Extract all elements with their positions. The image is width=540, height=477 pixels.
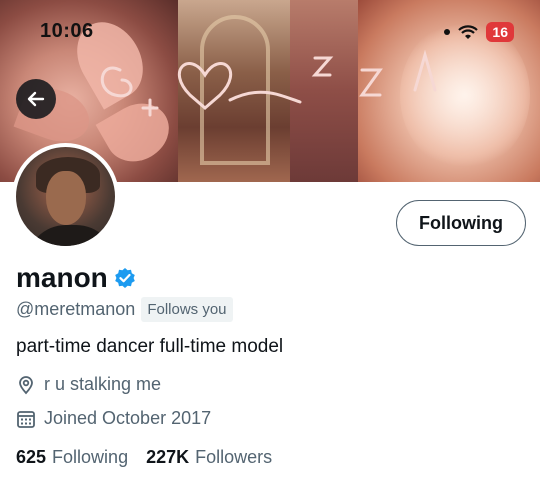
handle-row: @meretmanon Follows you <box>16 297 233 322</box>
location-text: r u stalking me <box>44 374 162 394</box>
avatar-face <box>46 171 86 225</box>
back-arrow-icon <box>27 91 45 107</box>
followers-count: 227K <box>146 447 190 467</box>
display-name-row: manon <box>16 262 136 294</box>
status-bar-right: 16 <box>444 22 514 42</box>
following-count-link[interactable]: 625 Following <box>16 447 128 468</box>
banner-doodle-decoration <box>100 50 437 117</box>
battery-indicator: 16 <box>486 22 514 42</box>
status-bar-time: 10:06 <box>40 20 94 42</box>
focus-dot-icon <box>444 29 451 35</box>
calendar-icon <box>17 410 35 428</box>
followers-label: Followers <box>195 447 273 467</box>
wifi-icon <box>458 24 479 39</box>
following-button[interactable]: Following <box>396 200 526 246</box>
display-name: manon <box>16 262 108 293</box>
profile-bio: part-time dancer full-time model <box>16 336 284 357</box>
location-pin-icon <box>19 375 33 394</box>
profile-stats: 625 Following 227K Followers <box>16 447 272 468</box>
avatar-shirt <box>26 225 115 246</box>
avatar[interactable] <box>12 143 119 250</box>
verified-badge-icon[interactable] <box>114 267 136 289</box>
user-handle: @meretmanon <box>16 299 136 319</box>
followers-count-link[interactable]: 227K Followers <box>146 447 272 468</box>
follows-you-badge: Follows you <box>141 297 233 322</box>
profile-joined-date: Joined October 2017 <box>16 408 211 429</box>
back-button[interactable] <box>16 79 56 119</box>
joined-text: Joined October 2017 <box>44 408 212 428</box>
profile-location: r u stalking me <box>16 374 161 395</box>
following-label: Following <box>52 447 129 467</box>
following-count: 625 <box>16 447 47 467</box>
